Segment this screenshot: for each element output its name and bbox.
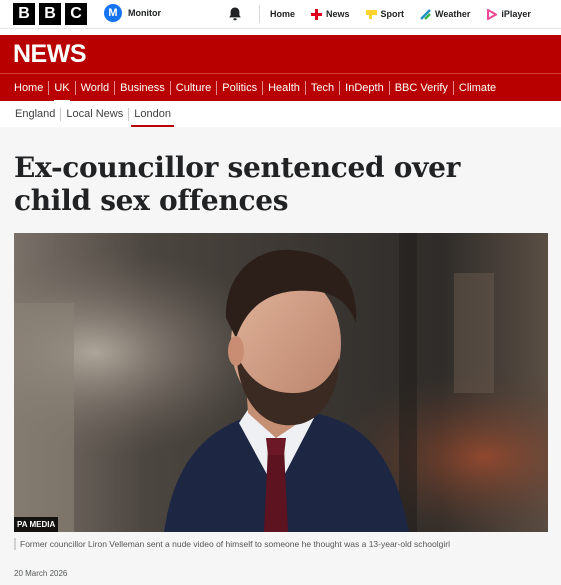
secondary-nav-local-news[interactable]: Local News <box>60 107 128 121</box>
iplayer-icon <box>487 8 498 20</box>
primary-nav-business[interactable]: Business <box>114 81 170 95</box>
primary-nav-tech[interactable]: Tech <box>304 81 339 95</box>
hero-image <box>14 233 548 532</box>
global-nav-label: News <box>326 9 350 19</box>
image-credit: PA MEDIA <box>14 517 59 532</box>
global-nav-weather[interactable]: Weather <box>420 8 471 20</box>
bell-icon[interactable] <box>227 6 243 22</box>
news-icon <box>311 8 323 20</box>
bbc-logo-letter: B <box>39 3 61 25</box>
bbc-logo-letter: C <box>65 3 87 25</box>
secondary-nav-london[interactable]: London <box>128 107 176 127</box>
global-nav-label: Sport <box>380 9 405 19</box>
primary-nav: Home UK World Business Culture Politics … <box>0 73 561 102</box>
account-button[interactable]: M Monitor <box>104 4 161 22</box>
global-nav-label: Weather <box>435 9 471 19</box>
global-nav-sport[interactable]: Sport <box>365 9 405 20</box>
secondary-nav-england[interactable]: England <box>14 108 60 121</box>
weather-icon <box>420 8 431 20</box>
account-label: Monitor <box>128 8 161 18</box>
sport-icon <box>365 9 377 19</box>
global-header: B B C M Monitor Home News Sport Weather … <box>0 0 561 29</box>
primary-nav-bbc-verify[interactable]: BBC Verify <box>388 81 453 95</box>
hero-photo-illustration <box>14 233 548 532</box>
news-banner: NEWS <box>0 35 561 73</box>
article-headline: Ex-councillor sentenced over child sex o… <box>14 151 461 217</box>
global-nav-news[interactable]: News <box>311 8 350 20</box>
image-caption: Former councillor Liron Velleman sent a … <box>14 538 554 550</box>
avatar: M <box>104 4 122 22</box>
global-nav-home[interactable]: Home <box>270 9 295 19</box>
global-nav-iplayer[interactable]: iPlayer <box>486 8 531 20</box>
secondary-nav: England Local News London <box>0 101 561 128</box>
primary-nav-climate[interactable]: Climate <box>452 81 501 95</box>
news-logo[interactable]: NEWS <box>13 40 87 68</box>
primary-nav-indepth[interactable]: InDepth <box>339 81 389 95</box>
primary-nav-culture[interactable]: Culture <box>169 81 216 95</box>
global-nav-label: iPlayer <box>501 9 531 19</box>
primary-nav-home[interactable]: Home <box>13 81 48 95</box>
header-divider <box>259 5 260 23</box>
global-nav: Home News Sport Weather iPlayer <box>270 0 547 28</box>
bbc-logo-letter: B <box>13 3 35 25</box>
primary-nav-health[interactable]: Health <box>262 81 305 95</box>
global-nav-label: Home <box>270 9 296 19</box>
article-date: 20 March 2026 <box>14 569 68 578</box>
primary-nav-uk[interactable]: UK <box>48 81 74 102</box>
bbc-logo[interactable]: B B C <box>13 3 87 25</box>
primary-nav-politics[interactable]: Politics <box>216 81 262 95</box>
primary-nav-world[interactable]: World <box>74 81 115 95</box>
